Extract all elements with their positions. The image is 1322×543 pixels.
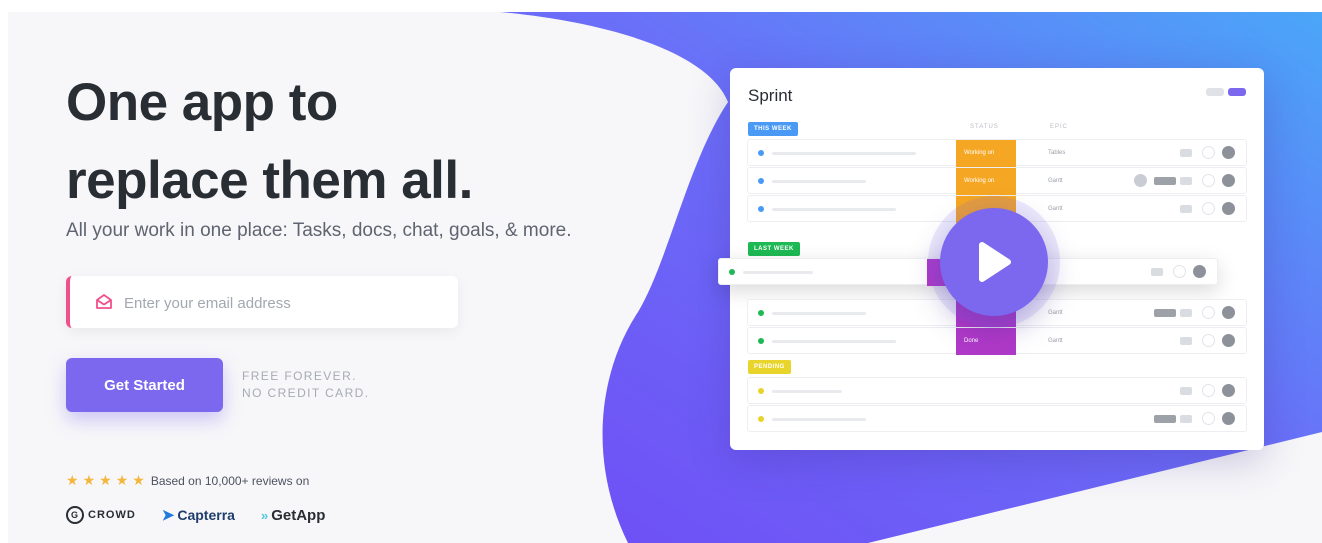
g2-crowd-label: CROWD <box>88 509 136 521</box>
review-logos: G CROWD ➤ Capterra » GetApp <box>66 506 351 524</box>
assignee-placeholder <box>1202 334 1215 347</box>
task-title-bar <box>772 152 916 155</box>
priority-icon <box>1222 334 1235 347</box>
getapp-label: GetApp <box>271 506 326 524</box>
task-dot <box>758 310 764 316</box>
task-row: Working on Gantt <box>747 167 1247 195</box>
free-line-2: NO CREDIT CARD. <box>242 386 370 400</box>
task-dot <box>758 338 764 344</box>
star-icon: ★ <box>82 472 96 488</box>
task-row <box>747 377 1247 404</box>
field-placeholder <box>1154 177 1176 185</box>
email-field-container <box>66 276 458 330</box>
field-placeholder <box>1154 309 1176 317</box>
task-dot <box>758 206 764 212</box>
sprint-title: Sprint <box>748 86 793 105</box>
field-placeholder <box>1180 415 1192 423</box>
task-title-bar <box>772 312 866 315</box>
task-title-bar <box>772 390 842 393</box>
group-label-pending: PENDING <box>748 360 791 374</box>
field-placeholder <box>1180 205 1192 213</box>
status-column-header: STATUS <box>970 124 999 130</box>
free-forever-note: FREE FOREVER. NO CREDIT CARD. <box>242 368 369 402</box>
task-dot <box>758 150 764 156</box>
status-badge: Done <box>956 328 1016 355</box>
priority-icon <box>1222 384 1235 397</box>
field-placeholder <box>1180 309 1192 317</box>
epic-label: Gantt <box>1048 206 1063 212</box>
assignee-placeholder <box>1202 306 1215 319</box>
task-dot <box>758 416 764 422</box>
priority-icon <box>1222 174 1235 187</box>
star-icon: ★ <box>115 472 129 488</box>
star-icon: ★ <box>99 472 112 488</box>
avatar <box>1134 174 1147 187</box>
g2-icon: G <box>66 506 84 524</box>
assignee-placeholder <box>1202 202 1215 215</box>
assignee-placeholder <box>1202 384 1215 397</box>
view-toggle-active <box>1228 88 1246 96</box>
epic-label: Gantt <box>1048 338 1063 344</box>
star-icon: ★ <box>132 472 145 488</box>
priority-icon <box>1222 146 1235 159</box>
view-toggle <box>1202 88 1246 96</box>
get-started-button[interactable]: Get Started <box>66 358 223 412</box>
task-title-bar <box>772 418 866 421</box>
play-icon <box>979 242 1011 282</box>
task-title-bar <box>772 208 896 211</box>
reviews-rating: ★ ★ ★ ★ ★ Based on 10,000+ reviews on <box>66 472 309 489</box>
task-dot <box>729 269 735 275</box>
assignee-placeholder <box>1202 146 1215 159</box>
task-row: Working on Tables <box>747 139 1247 167</box>
assignee-placeholder <box>1202 412 1215 425</box>
field-placeholder <box>1180 149 1192 157</box>
play-video-button[interactable] <box>940 208 1048 316</box>
group-label-last-week: LAST WEEK <box>748 242 800 256</box>
task-row <box>747 405 1247 432</box>
priority-icon <box>1193 265 1206 278</box>
field-placeholder <box>1180 387 1192 395</box>
task-row: Done Gantt <box>747 327 1247 355</box>
epic-label: Tables <box>1048 150 1066 156</box>
epic-column-header: EPIC <box>1050 124 1069 130</box>
status-badge: Working on <box>956 140 1016 167</box>
title-line-1: One app to <box>66 73 338 132</box>
field-placeholder <box>1154 415 1176 423</box>
task-title-bar <box>772 340 896 343</box>
getapp-icon: » <box>260 507 269 523</box>
priority-icon <box>1222 412 1235 425</box>
free-line-1: FREE FOREVER. <box>242 369 357 383</box>
group-label-this-week: THIS WEEK <box>748 122 798 136</box>
assignee-placeholder <box>1173 265 1186 278</box>
priority-icon <box>1222 202 1235 215</box>
task-title-bar <box>772 180 866 183</box>
star-icon: ★ <box>66 472 79 488</box>
field-placeholder <box>1180 337 1192 345</box>
field-placeholder <box>1151 268 1163 276</box>
status-badge: Working on <box>956 168 1016 195</box>
page-title: One app to replace them all. <box>66 64 473 220</box>
epic-label: Gantt <box>1048 310 1063 316</box>
epic-label: Gantt <box>1048 178 1063 184</box>
reviews-text: Based on 10,000+ reviews on <box>150 473 310 488</box>
capterra-label: Capterra <box>177 507 235 523</box>
title-line-2: replace them all. <box>66 151 473 210</box>
view-toggle-option <box>1206 88 1224 96</box>
page-subtitle: All your work in one place: Tasks, docs,… <box>66 220 572 241</box>
task-dot <box>758 388 764 394</box>
envelope-icon <box>96 294 112 309</box>
task-title-bar <box>743 271 813 274</box>
hero-section: One app to replace them all. All your wo… <box>8 12 1322 543</box>
getapp-logo: » GetApp <box>261 507 325 524</box>
priority-icon <box>1222 306 1235 319</box>
capterra-icon: ➤ <box>161 507 175 524</box>
task-dot <box>758 178 764 184</box>
email-input[interactable] <box>122 276 446 330</box>
capterra-logo: ➤ Capterra <box>162 506 235 524</box>
g2-crowd-logo: G CROWD <box>66 506 136 524</box>
field-placeholder <box>1180 177 1192 185</box>
assignee-placeholder <box>1202 174 1215 187</box>
